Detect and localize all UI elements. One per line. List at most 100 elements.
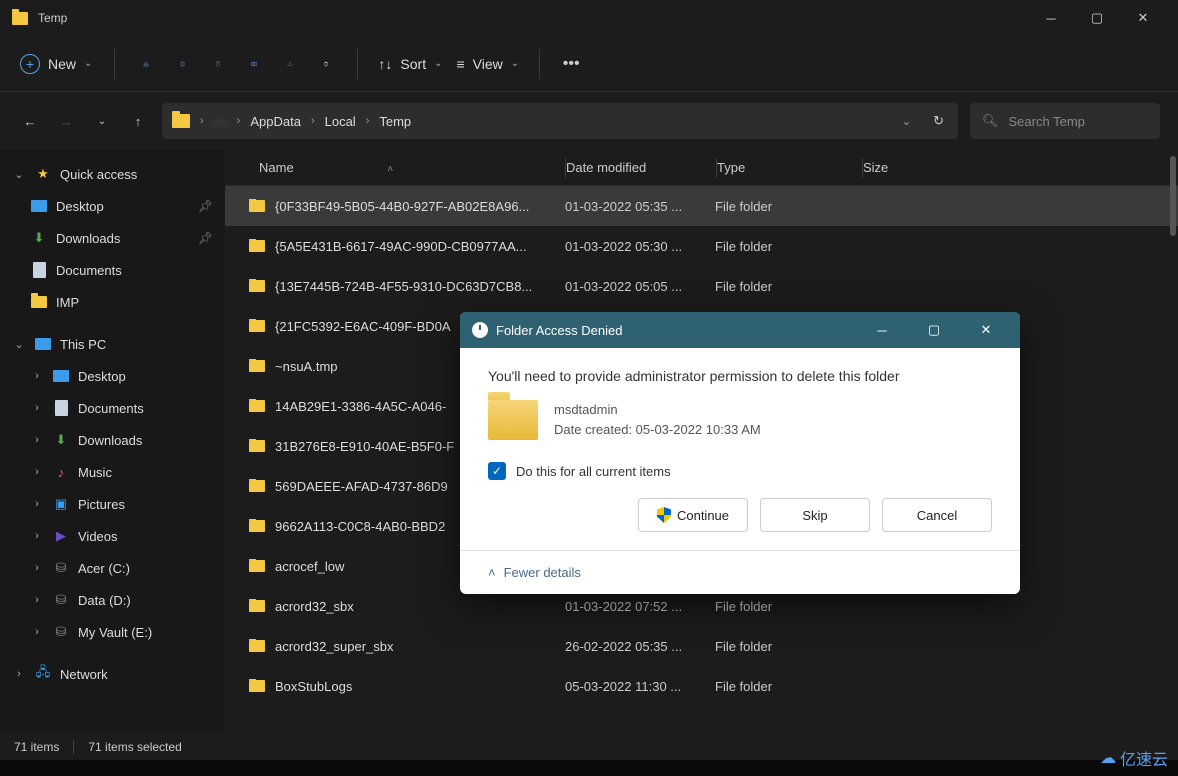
refresh-button[interactable]: ↻ bbox=[933, 113, 944, 129]
sidebar-item-desktop[interactable]: Desktop📌︎ bbox=[0, 190, 225, 222]
rename-icon[interactable] bbox=[243, 53, 265, 75]
file-date: 01-03-2022 05:35 ... bbox=[565, 199, 715, 214]
view-button[interactable]: ≡ View ⌄ bbox=[456, 56, 519, 72]
address-bar[interactable]: › — › AppData › Local › Temp ⌄ ↻ bbox=[162, 103, 958, 139]
folder-icon bbox=[249, 440, 265, 452]
sidebar-item-label: Documents bbox=[78, 401, 144, 416]
drive-icon: ⛁ bbox=[52, 624, 70, 640]
dialog-maximize-button[interactable]: ▢ bbox=[912, 312, 956, 348]
table-row[interactable]: acrord32_super_sbx26-02-2022 05:35 ...Fi… bbox=[225, 626, 1178, 666]
forward-button[interactable]: → bbox=[54, 109, 78, 133]
sidebar-label: This PC bbox=[60, 337, 106, 352]
pictures-icon: ▣ bbox=[52, 496, 70, 512]
file-type: File folder bbox=[715, 279, 860, 294]
column-name[interactable]: Name ˄ bbox=[245, 160, 565, 175]
checkbox-checked-icon[interactable]: ✓ bbox=[488, 462, 506, 480]
sidebar-item-videos[interactable]: ›▶Videos bbox=[0, 520, 225, 552]
file-name: 9662A113-C0C8-4AB0-BBD2 bbox=[275, 519, 445, 534]
paste-icon[interactable] bbox=[207, 53, 229, 75]
delete-icon[interactable] bbox=[315, 53, 337, 75]
breadcrumb-temp[interactable]: Temp bbox=[375, 114, 415, 129]
chevron-right-icon: › bbox=[12, 668, 26, 680]
sidebar-item-drive-c[interactable]: ›⛁Acer (C:) bbox=[0, 552, 225, 584]
sort-button[interactable]: ↑↓ Sort ⌄ bbox=[378, 56, 442, 72]
download-icon: ⬇ bbox=[52, 432, 70, 448]
file-name: 14AB29E1-3386-4A5C-A046- bbox=[275, 399, 446, 414]
breadcrumb-redacted[interactable]: — bbox=[210, 114, 231, 129]
desktop-icon bbox=[53, 370, 69, 382]
star-icon: ★ bbox=[34, 166, 52, 182]
recent-button[interactable]: ⌄ bbox=[90, 109, 114, 133]
chevron-right-icon: › bbox=[30, 370, 44, 382]
column-date[interactable]: Date modified bbox=[566, 160, 716, 175]
maximize-button[interactable]: ▢ bbox=[1074, 0, 1120, 36]
chevron-right-icon: › bbox=[237, 115, 241, 127]
table-row[interactable]: BoxStubLogs05-03-2022 11:30 ...File fold… bbox=[225, 666, 1178, 706]
dialog-minimize-button[interactable]: ─ bbox=[860, 312, 904, 348]
dialog-message: You'll need to provide administrator per… bbox=[488, 368, 992, 384]
search-input[interactable]: 🔍︎ Search Temp bbox=[970, 103, 1160, 139]
column-size[interactable]: Size bbox=[863, 160, 943, 175]
table-row[interactable]: {5A5E431B-6617-49AC-990D-CB0977AA...01-0… bbox=[225, 226, 1178, 266]
file-name: 569DAEEE-AFAD-4737-86D9 bbox=[275, 479, 448, 494]
navbar: ← → ⌄ ↑ › — › AppData › Local › Temp ⌄ ↻… bbox=[0, 92, 1178, 150]
sidebar-item-imp[interactable]: IMP bbox=[0, 286, 225, 318]
chevron-right-icon: › bbox=[30, 402, 44, 414]
window-title: Temp bbox=[38, 11, 67, 25]
file-type: File folder bbox=[715, 239, 860, 254]
folder-icon bbox=[12, 12, 28, 25]
more-button[interactable]: ••• bbox=[560, 53, 582, 75]
breadcrumb-local[interactable]: Local bbox=[321, 114, 360, 129]
continue-button[interactable]: Continue bbox=[638, 498, 748, 532]
dialog-close-button[interactable]: ✕ bbox=[964, 312, 1008, 348]
sidebar-item-pictures[interactable]: ›▣Pictures bbox=[0, 488, 225, 520]
chevron-right-icon: › bbox=[311, 115, 315, 127]
minimize-button[interactable]: ─ bbox=[1028, 0, 1074, 36]
dialog-date-created: Date created: 05-03-2022 10:33 AM bbox=[554, 420, 761, 440]
music-icon: ♪ bbox=[52, 464, 70, 480]
cancel-button[interactable]: Cancel bbox=[882, 498, 992, 532]
share-icon[interactable] bbox=[279, 53, 301, 75]
file-name: 31B276E8-E910-40AE-B5F0-F bbox=[275, 439, 454, 454]
cut-icon[interactable] bbox=[135, 53, 157, 75]
sidebar-item-downloads[interactable]: ⬇Downloads📌︎ bbox=[0, 222, 225, 254]
breadcrumb-appdata[interactable]: AppData bbox=[246, 114, 305, 129]
sidebar-item-documents[interactable]: Documents bbox=[0, 254, 225, 286]
up-button[interactable]: ↑ bbox=[126, 109, 150, 133]
new-button[interactable]: + New ⌄ bbox=[18, 50, 94, 78]
sidebar-item-desktop[interactable]: ›Desktop bbox=[0, 360, 225, 392]
chevron-down-icon[interactable]: ⌄ bbox=[902, 115, 911, 128]
sidebar-item-documents[interactable]: › Documents bbox=[0, 392, 225, 424]
continue-label: Continue bbox=[677, 508, 729, 523]
sidebar-item-drive-d[interactable]: ›⛁Data (D:) bbox=[0, 584, 225, 616]
chevron-right-icon: › bbox=[30, 530, 44, 542]
folder-icon bbox=[488, 400, 538, 440]
view-icon: ≡ bbox=[456, 56, 464, 72]
folder-icon bbox=[249, 520, 265, 532]
sidebar-item-label: Data (D:) bbox=[78, 593, 131, 608]
skip-button[interactable]: Skip bbox=[760, 498, 870, 532]
sidebar-item-downloads[interactable]: ›⬇Downloads bbox=[0, 424, 225, 456]
sidebar-label: Network bbox=[60, 667, 108, 682]
column-type[interactable]: Type bbox=[717, 160, 862, 175]
copy-icon[interactable] bbox=[171, 53, 193, 75]
back-button[interactable]: ← bbox=[18, 109, 42, 133]
sidebar-item-drive-e[interactable]: ›⛁My Vault (E:) bbox=[0, 616, 225, 648]
scrollbar[interactable] bbox=[1170, 156, 1176, 236]
sidebar-network[interactable]: › 🖧︎ Network bbox=[0, 658, 225, 690]
status-selected: 71 items selected bbox=[88, 740, 181, 754]
chevron-down-icon: ⌄ bbox=[511, 58, 519, 69]
sidebar-quick-access[interactable]: ⌄ ★ Quick access bbox=[0, 158, 225, 190]
file-name: acrocef_low bbox=[275, 559, 344, 574]
sidebar-item-music[interactable]: ›♪Music bbox=[0, 456, 225, 488]
dialog-checkbox-row[interactable]: ✓ Do this for all current items bbox=[488, 462, 992, 480]
folder-icon bbox=[249, 480, 265, 492]
sidebar-item-label: Downloads bbox=[78, 433, 142, 448]
close-button[interactable]: ✕ bbox=[1120, 0, 1166, 36]
sidebar-item-label: Music bbox=[78, 465, 112, 480]
desktop-icon bbox=[31, 200, 47, 212]
table-row[interactable]: {0F33BF49-5B05-44B0-927F-AB02E8A96...01-… bbox=[225, 186, 1178, 226]
dialog-fewer-details[interactable]: ˄ Fewer details bbox=[460, 550, 1020, 594]
table-row[interactable]: {13E7445B-724B-4F55-9310-DC63D7CB8...01-… bbox=[225, 266, 1178, 306]
sidebar-this-pc[interactable]: ⌄ This PC bbox=[0, 328, 225, 360]
